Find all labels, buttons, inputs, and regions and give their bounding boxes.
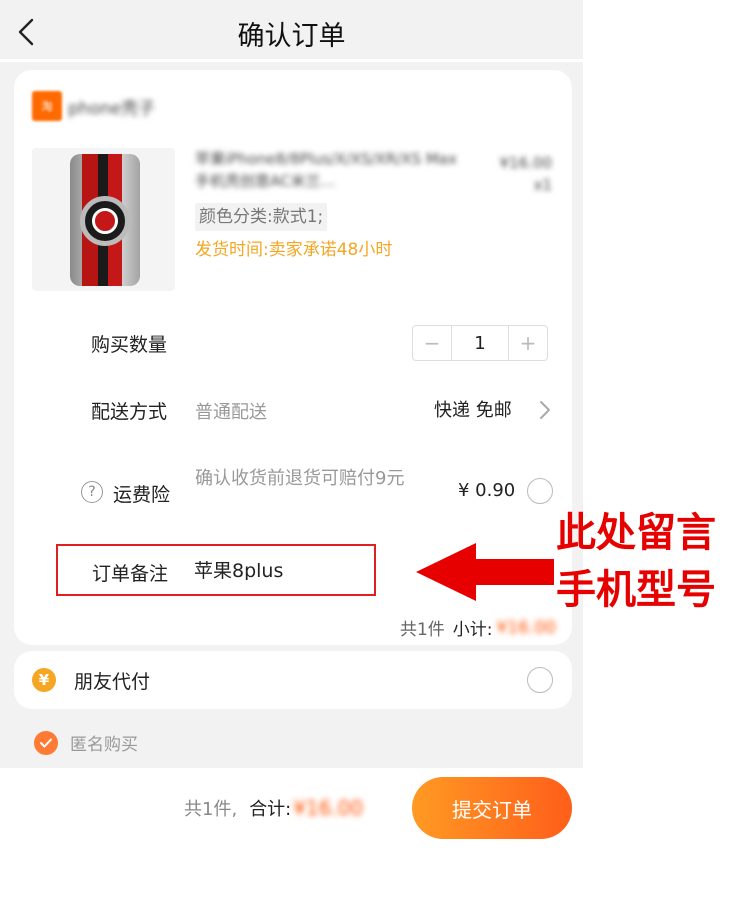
annotation-text: 此处留言 手机型号 <box>556 504 750 618</box>
quantity-label: 购买数量 <box>91 334 168 356</box>
total-amount: ¥16.00 <box>293 796 364 820</box>
subtotal-row: 共1件 小计: ¥16.00 <box>399 615 556 641</box>
ship-time: 发货时间:卖家承诺48小时 <box>195 240 393 260</box>
submit-order-button[interactable]: 提交订单 <box>412 777 572 839</box>
delivery-label: 配送方式 <box>91 401 168 423</box>
product-image[interactable] <box>32 148 175 291</box>
chevron-right-icon[interactable] <box>538 400 552 420</box>
quantity-value[interactable]: 1 <box>451 326 509 360</box>
note-label: 订单备注 <box>92 563 169 585</box>
phone-case-image <box>70 154 140 286</box>
friend-pay-label: 朋友代付 <box>74 671 151 693</box>
footer-total: 共1件, 合计: ¥16.00 <box>184 795 363 821</box>
subtotal-amount: ¥16.00 <box>496 617 556 638</box>
club-logo-icon <box>80 196 130 246</box>
shop-logo-icon: 淘 <box>32 91 62 121</box>
insurance-radio[interactable] <box>527 478 553 504</box>
nav-bar: 确认订单 <box>0 0 583 62</box>
decrement-button[interactable]: − <box>413 326 451 360</box>
shop-name: phone壳子 <box>68 98 156 119</box>
shop-row[interactable]: 淘 phone壳子 <box>32 91 156 121</box>
delivery-method[interactable]: 快递 免邮 <box>434 396 512 422</box>
quantity-stepper[interactable]: − 1 + <box>412 325 548 361</box>
anonymous-purchase[interactable]: 匿名购买 <box>34 730 138 755</box>
insurance-price: ¥ 0.90 <box>458 480 516 501</box>
help-icon[interactable]: ? <box>81 481 103 503</box>
product-price-value: ¥16.00 <box>499 154 553 172</box>
total-label: 合计: <box>249 799 292 820</box>
insurance-description: 确认收货前退货可赔付9元 <box>195 468 405 489</box>
delivery-value: 普通配送 <box>195 402 267 423</box>
checkmark-icon[interactable] <box>34 730 58 755</box>
page-title: 确认订单 <box>237 21 346 52</box>
product-quantity-x: x1 <box>533 176 552 194</box>
anonymous-label: 匿名购买 <box>70 735 138 755</box>
yen-icon: ¥ <box>32 668 56 692</box>
product-sku: 颜色分类:款式1; <box>195 203 328 231</box>
red-arrow-icon <box>416 543 554 601</box>
friend-pay-radio[interactable] <box>527 667 553 693</box>
item-count: 共1件 <box>399 620 445 640</box>
annotation-line-1: 此处留言 <box>556 509 716 556</box>
annotation-line-2: 手机型号 <box>556 566 716 613</box>
order-note-highlight: 订单备注 <box>56 544 376 596</box>
insurance-label: 运费险 <box>113 484 171 506</box>
subtotal-label: 小计: <box>452 620 493 640</box>
product-price: ¥16.00 x1 <box>492 152 553 196</box>
phone-screen: 确认订单 淘 phone壳子 苹果iPhone8/8Plus/X/XS/XR/X… <box>0 0 583 901</box>
note-input[interactable] <box>194 558 364 580</box>
friend-pay-card[interactable]: ¥ 朋友代付 <box>14 651 572 709</box>
increment-button[interactable]: + <box>509 326 547 360</box>
footer-count: 共1件, <box>184 799 238 820</box>
product-title[interactable]: 苹果iPhone8/8Plus/X/XS/XR/XS Max手机壳创意AC米兰… <box>195 148 457 192</box>
